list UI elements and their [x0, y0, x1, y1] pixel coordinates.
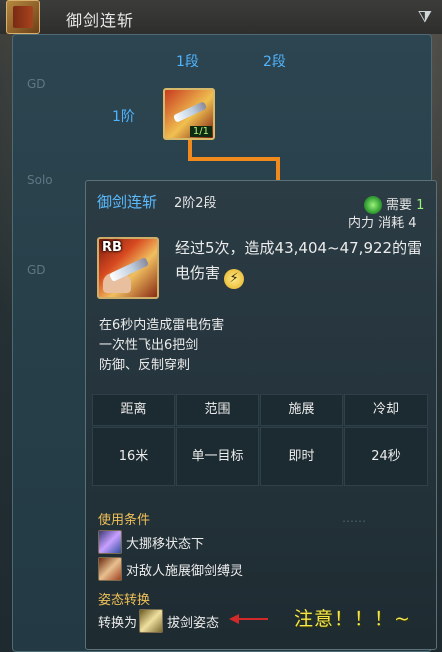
stat-value: 单一目标: [176, 427, 259, 486]
title-bar: ✕ 御剑连斩 ⧩: [0, 0, 442, 34]
stance-target: 拔剑姿态: [167, 615, 220, 631]
ghost-label: GD: [27, 263, 46, 277]
description-text: 经过5次，造成43,404~47,922的雷电伤害: [175, 239, 423, 282]
effect-item: 在6秒内造成雷电伤害: [99, 318, 225, 333]
ghost-label: ……: [342, 511, 366, 525]
stat-header: 施展: [260, 394, 343, 426]
skill-icon: RB: [97, 237, 159, 299]
condition-item: 对敌人施展御剑缚灵: [98, 557, 243, 581]
sword-stance-icon: [139, 609, 164, 633]
tree-connector: [276, 157, 280, 181]
skill-name: 御剑连斩: [97, 193, 158, 211]
condition-item: 大挪移状态下: [98, 530, 204, 554]
stats-table: 距离 范围 施展 冷却 16米 单一目标 即时 24秒: [92, 394, 428, 486]
stance-row: 转换为 拔剑姿态: [98, 609, 219, 633]
sword-icon: [172, 101, 208, 123]
filter-icon[interactable]: ⧩: [418, 7, 432, 27]
stat-value: 16米: [92, 427, 175, 486]
stat-header: 距离: [92, 394, 175, 426]
annotation-arrow: [238, 618, 268, 620]
lightning-icon: ⚡: [224, 269, 245, 289]
skill-level: 2阶2段: [174, 196, 217, 211]
requirement-value: 1: [416, 198, 425, 213]
annotation-note: 注意！！！~: [294, 608, 411, 630]
stance-icon: [98, 530, 122, 554]
condition-text: 大挪移状态下: [126, 536, 205, 552]
node-count: 1/1: [189, 126, 212, 137]
effect-item: 一次性飞出6把剑: [99, 338, 199, 353]
window-title: 御剑连斩: [66, 11, 135, 30]
skill-node[interactable]: 1/1: [163, 88, 215, 140]
skill-icon-small: [98, 557, 122, 581]
stance-prefix: 转换为: [98, 615, 138, 631]
requirement-label: 需要: [386, 198, 413, 213]
keybind-badge: RB: [102, 240, 122, 255]
resource-cost: 内力 消耗 4: [348, 216, 417, 231]
condition-text: 对敌人施展御剑缚灵: [126, 563, 244, 579]
requirement: 需要 1: [386, 194, 424, 213]
tree-connector: [188, 157, 280, 161]
effect-item: 防御、反制穿刺: [99, 358, 191, 373]
stance-title: 姿态转换: [98, 593, 151, 608]
stat-header: 冷却: [344, 394, 428, 426]
stage-header-1: 1段: [176, 54, 199, 70]
effects-list: 在6秒内造成雷电伤害 一次性飞出6把剑 防御、反制穿刺: [99, 316, 224, 376]
stat-header: 范围: [176, 394, 259, 426]
ghost-label: GD: [27, 77, 46, 91]
conditions-title: 使用条件: [98, 513, 151, 528]
skill-book-icon: [6, 0, 40, 34]
stat-value: 即时: [260, 427, 343, 486]
stat-value: 24秒: [344, 427, 428, 486]
skill-description: 经过5次，造成43,404~47,922的雷电伤害 ⚡: [175, 236, 427, 289]
tier-label: 1阶: [112, 109, 135, 125]
ghost-label: Solo: [27, 173, 53, 187]
skill-tooltip: 御剑连斩 2阶2段 需要 1 内力 消耗 4 RB 经过5次，造成43,404~…: [85, 180, 437, 650]
stage-header-2: 2段: [263, 54, 286, 70]
